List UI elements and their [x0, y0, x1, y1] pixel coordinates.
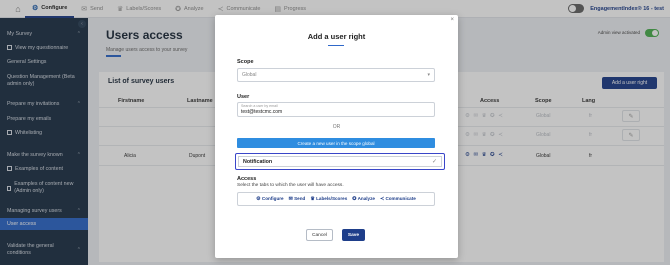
brain-icon: ✪	[352, 196, 357, 202]
access-tab-configure[interactable]: ⚙ Configure	[256, 196, 283, 202]
scope-select[interactable]: Global ▾	[237, 68, 435, 82]
scope-value: Global	[242, 72, 257, 78]
user-search-field[interactable]: Search a user by email test@testcmc.com	[237, 102, 435, 117]
scope-label: Scope	[237, 59, 254, 65]
access-tab-label: Send	[294, 196, 306, 201]
modal-title: Add a user right	[307, 32, 366, 41]
share-icon: ≺	[379, 196, 385, 202]
access-tab-label: Configure	[261, 196, 284, 201]
access-tab-selector: ⚙ Configure ✉ Send ♛ Labels/Scores ✪ Ana…	[237, 192, 435, 206]
or-separator: OR	[332, 124, 341, 130]
gear-icon: ⚙	[256, 196, 261, 202]
save-button[interactable]: Save	[342, 229, 365, 241]
access-tab-label: Labels/Scores	[316, 196, 348, 201]
trophy-icon: ♛	[310, 196, 315, 202]
user-search-placeholder: Search a user by email	[241, 104, 278, 108]
notification-label: Notification	[243, 158, 273, 165]
access-tab-send[interactable]: ✉ Send	[289, 196, 306, 202]
access-tab-label: Communicate	[385, 196, 416, 201]
access-tab-analyze[interactable]: ✪ Analyze	[352, 196, 375, 202]
chevron-down-icon: ▾	[427, 72, 430, 78]
access-description: Select the tabs to which the user will h…	[237, 183, 344, 188]
access-tab-communicate[interactable]: ≺ Communicate	[380, 196, 416, 202]
access-tab-labels-scores[interactable]: ♛ Labels/Scores	[310, 196, 347, 202]
modal-title-underline	[328, 45, 344, 47]
close-icon[interactable]: ×	[450, 17, 454, 23]
user-label: User	[237, 94, 250, 100]
notification-toggle[interactable]: Notification ✓	[235, 153, 445, 170]
check-icon: ✓	[431, 159, 437, 165]
create-user-button[interactable]: Create a new user in the scope global	[237, 138, 435, 148]
user-search-value: test@testcmc.com	[241, 109, 283, 115]
access-label: Access	[237, 176, 257, 182]
cancel-button[interactable]: Cancel	[306, 229, 333, 241]
access-tab-label: Analyze	[357, 196, 375, 201]
envelope-icon: ✉	[288, 196, 293, 202]
add-user-right-modal: × Add a user right Scope Global ▾ User S…	[215, 15, 458, 258]
